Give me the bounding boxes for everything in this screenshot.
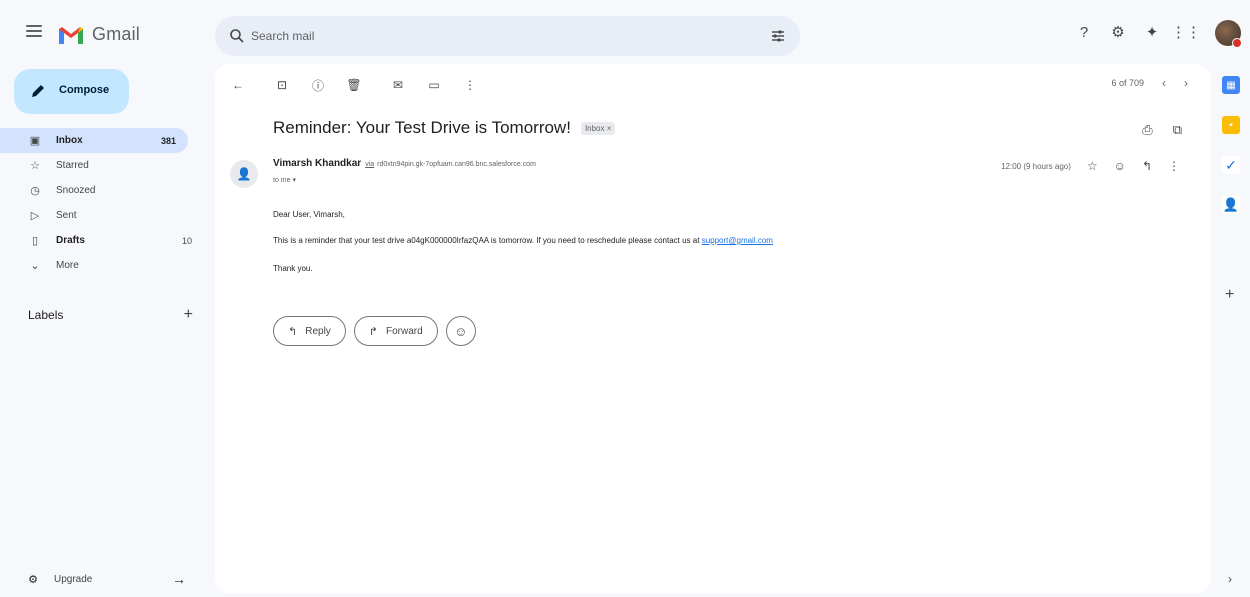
sidebar-item-label: Drafts (56, 235, 85, 246)
message-time: 12:00 (9 hours ago) (1001, 161, 1071, 171)
forward-button[interactable]: ↱ Forward (353, 316, 438, 346)
mark-unread-icon[interactable]: ✉ (387, 74, 409, 96)
emoji-react-icon[interactable]: ☺ (1114, 159, 1126, 173)
support-email-link[interactable]: support@gmail.com (702, 236, 773, 245)
sidebar-item-label: Starred (56, 160, 89, 171)
avatar-notification-badge (1232, 38, 1242, 48)
sidebar-item-label: Sent (56, 210, 77, 221)
pagination: 6 of 709 ‹ › (1111, 76, 1188, 90)
back-arrow-icon[interactable]: ← (227, 74, 249, 96)
get-addons-icon[interactable]: + (1225, 286, 1234, 304)
sidebar-item-label: Snoozed (56, 185, 96, 196)
recipient-dropdown[interactable]: to me ▾ (273, 176, 296, 184)
sidebar-item-starred[interactable]: ☆ Starred (14, 153, 204, 178)
upgrade-button[interactable]: ⚙ Upgrade → (26, 568, 196, 590)
email-body: This is a reminder that your test drive … (273, 236, 773, 245)
subject-row: Reminder: Your Test Drive is Tomorrow! I… (273, 118, 616, 138)
sidebar-item-label: Inbox (56, 135, 83, 146)
chevron-left-icon[interactable]: ‹ (1162, 76, 1166, 90)
arrow-right-icon: → (172, 571, 186, 587)
gemini-sparkle-icon[interactable]: ✦ (1142, 22, 1162, 42)
clock-icon: ◷ (30, 185, 40, 197)
send-icon: ▷ (30, 210, 40, 222)
sidebar-nav: ▣ Inbox 381 ☆ Starred ◷ Snoozed ▷ Sent ▯… (0, 128, 204, 278)
search-icon[interactable] (229, 28, 245, 44)
top-bar: Gmail ? ⚙ ✦ ⋮⋮ (0, 0, 1250, 64)
email-greeting: Dear User, Vimarsh, (273, 210, 345, 219)
compose-button[interactable]: Compose (14, 69, 129, 114)
email-view: ← ⊡ ⓘ 🗑 ✉ ▭ ⋮ 6 of 709 ‹ › Reminder: You… (215, 64, 1210, 593)
open-new-window-icon[interactable]: ⧉ (1173, 122, 1182, 138)
more-vert-icon[interactable]: ⋮ (1168, 159, 1180, 173)
email-closing: Thank you. (273, 264, 313, 273)
sender-avatar: 👤 (230, 160, 258, 188)
reply-actions: ↰ Reply ↱ Forward ☺ (273, 316, 476, 346)
sidebar-item-label: More (56, 260, 79, 271)
upgrade-gear-icon: ⚙ (28, 573, 38, 586)
main-menu-icon[interactable] (26, 25, 42, 37)
reply-icon: ↰ (288, 325, 298, 338)
calendar-icon[interactable]: ▦ (1222, 76, 1240, 94)
side-panel-rail: ▦ ▪ ✓ 👤 (1222, 76, 1244, 236)
add-label-icon[interactable]: + (184, 306, 193, 324)
sender-line: Vimarsh Khandkar via rd0xtn94pin.gk-7opf… (273, 158, 536, 169)
drafts-count: 10 (181, 235, 192, 246)
search-options-icon[interactable] (770, 28, 786, 44)
email-subject: Reminder: Your Test Drive is Tomorrow! (273, 118, 571, 137)
forward-label: Forward (386, 325, 423, 337)
star-icon: ☆ (30, 160, 40, 172)
apps-grid-icon[interactable]: ⋮⋮ (1171, 22, 1201, 42)
email-toolbar: ← ⊡ ⓘ 🗑 ✉ ▭ ⋮ (227, 72, 495, 98)
archive-icon[interactable]: ⊡ (271, 74, 293, 96)
compose-label: Compose (59, 84, 110, 96)
subject-actions: ⎙ ⧉ (1142, 122, 1182, 138)
top-icons: ? ⚙ ✦ ⋮⋮ (1074, 22, 1201, 42)
settings-gear-icon[interactable]: ⚙ (1108, 22, 1128, 42)
forward-icon: ↱ (368, 325, 379, 338)
reply-label: Reply (305, 325, 331, 337)
sidebar-item-drafts[interactable]: ▯ Drafts 10 (14, 228, 204, 253)
gmail-m-icon (59, 26, 83, 44)
contacts-icon[interactable]: 👤 (1222, 196, 1240, 214)
unread-count: 381 (160, 135, 176, 146)
email-body-text: This is a reminder that your test drive … (273, 236, 702, 245)
sidebar-item-sent[interactable]: ▷ Sent (14, 203, 204, 228)
reply-icon[interactable]: ↰ (1142, 159, 1152, 173)
emoji-reaction-button[interactable]: ☺ (445, 316, 476, 346)
delete-trash-icon[interactable]: 🗑 (343, 74, 365, 96)
print-icon[interactable]: ⎙ (1142, 122, 1152, 138)
sidebar-item-inbox[interactable]: ▣ Inbox 381 (0, 128, 188, 153)
upgrade-label: Upgrade (54, 573, 93, 585)
sidebar-item-more[interactable]: ⌄ More (14, 253, 204, 278)
reply-button[interactable]: ↰ Reply (273, 316, 346, 346)
report-spam-icon[interactable]: ⓘ (307, 74, 329, 96)
pencil-icon (32, 85, 44, 97)
tasks-icon[interactable]: ✓ (1222, 156, 1240, 174)
star-icon[interactable]: ☆ (1087, 159, 1098, 173)
chevron-right-icon[interactable]: › (1184, 76, 1188, 90)
search-bar (215, 16, 800, 56)
keep-notes-icon[interactable]: ▪ (1222, 116, 1240, 134)
labels-section: Labels + (28, 305, 193, 325)
move-to-folder-icon[interactable]: ▭ (423, 74, 445, 96)
search-input[interactable] (251, 26, 731, 46)
via-link[interactable]: via (365, 161, 374, 168)
more-vert-icon[interactable]: ⋮ (459, 74, 481, 96)
pager-count: 6 of 709 (1111, 78, 1144, 88)
sender-name[interactable]: Vimarsh Khandkar (273, 158, 361, 169)
inbox-label-chip[interactable]: Inbox × (580, 121, 616, 135)
help-icon[interactable]: ? (1074, 22, 1094, 42)
gmail-logo[interactable]: Gmail (58, 24, 140, 45)
chevron-down-icon: ⌄ (30, 260, 40, 272)
labels-title: Labels (28, 308, 64, 322)
expand-panel-icon[interactable]: › (1228, 572, 1232, 586)
inbox-icon: ▣ (29, 135, 41, 147)
sender-address: rd0xtn94pin.gk-7opfuam.can96.bnc.salesfo… (377, 161, 536, 168)
draft-file-icon: ▯ (31, 235, 39, 247)
sidebar-item-snoozed[interactable]: ◷ Snoozed (14, 178, 204, 203)
app-name: Gmail (92, 24, 141, 44)
message-meta: 12:00 (9 hours ago) ☆ ☺ ↰ ⋮ (1001, 159, 1180, 173)
